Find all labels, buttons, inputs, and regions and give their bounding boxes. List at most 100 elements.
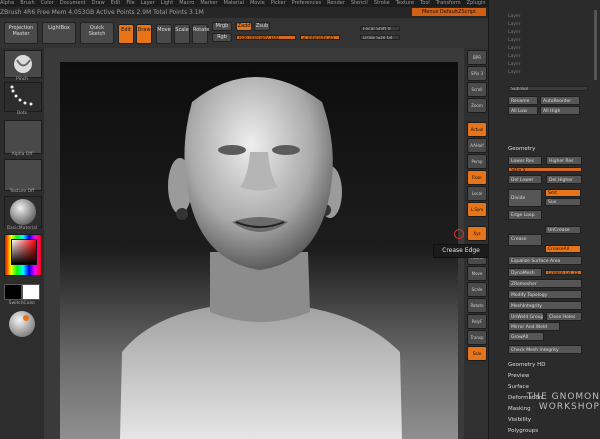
move-button[interactable]: Move	[156, 24, 172, 44]
del-lower-button[interactable]: Del Lower	[508, 175, 542, 184]
visibility-header[interactable]: Visibility	[508, 417, 531, 423]
menu-item-material[interactable]: Material	[224, 0, 244, 6]
geometry-hd-header[interactable]: Geometry HD	[508, 362, 546, 368]
brush-preview[interactable]	[8, 310, 36, 338]
menu-item-zplugin[interactable]: Zplugin	[467, 0, 486, 6]
transp-button[interactable]: Transp	[467, 330, 487, 345]
menu-item-macro[interactable]: Macro	[179, 0, 194, 6]
solo-button[interactable]: Solo	[467, 346, 487, 361]
scale-view-button[interactable]: Scale	[467, 282, 487, 297]
auto-reorder-button[interactable]: AutoReorder	[540, 96, 580, 105]
floor-button[interactable]: Floor	[467, 170, 487, 185]
layer-item[interactable]: Layer	[508, 70, 521, 75]
all-high-button[interactable]: All High	[540, 106, 580, 115]
menu-item-edit[interactable]: Edit	[111, 0, 121, 6]
menu-item-picker[interactable]: Picker	[271, 0, 286, 6]
persp-button[interactable]: Persp	[467, 154, 487, 169]
menu-item-tool[interactable]: Tool	[420, 0, 430, 6]
layer-item[interactable]: Layer	[508, 54, 521, 59]
xyz-button[interactable]: Xyz	[467, 226, 487, 241]
stroke-thumbnail[interactable]	[4, 82, 42, 112]
mesh-integrity-button[interactable]: MeshIntegrity	[508, 301, 582, 310]
rgb-button[interactable]: Rgb	[212, 33, 232, 42]
z-intensity-slider[interactable]: Z Intensity 25	[300, 35, 340, 40]
menu-item-light[interactable]: Light	[161, 0, 173, 6]
equalize-surface-area-button[interactable]: Equalize Surface Area	[508, 256, 582, 265]
lightbox-button[interactable]: LightBox	[42, 22, 76, 44]
all-low-button[interactable]: All Low	[508, 106, 538, 115]
geometry-header[interactable]: Geometry	[508, 146, 535, 152]
polyf-button[interactable]: PolyF	[467, 314, 487, 329]
suv-toggle[interactable]: Suv	[545, 198, 581, 206]
unweld-groups-button[interactable]: UnWeld Groups	[508, 312, 544, 321]
higher-res-button[interactable]: Higher Res	[546, 156, 582, 165]
actual-button[interactable]: Actual	[467, 122, 487, 137]
edit-button[interactable]: Edit	[118, 24, 134, 44]
menu-item-stroke[interactable]: Stroke	[374, 0, 390, 6]
lower-res-button[interactable]: Lower Res	[508, 156, 542, 165]
dynamesh-button[interactable]: DynaMesh	[508, 268, 542, 277]
local-button[interactable]: Local	[467, 186, 487, 201]
main-color-swatch[interactable]	[4, 284, 22, 300]
check-mesh-integrity-button[interactable]: Check Mesh Integrity	[508, 345, 582, 354]
rotate-button[interactable]: Rotate	[192, 24, 209, 44]
menu-item-movie[interactable]: Movie	[250, 0, 265, 6]
menu-item-color[interactable]: Color	[41, 0, 54, 6]
mrgb-button[interactable]: Mrgb	[212, 22, 232, 31]
aahalf-button[interactable]: AAHalf	[467, 138, 487, 153]
draw-size-slider[interactable]: Draw Size 64	[360, 35, 400, 40]
modify-topology-button[interactable]: Modify Topology	[508, 290, 582, 299]
menu-item-alpha[interactable]: Alpha	[0, 0, 14, 6]
bpr-button[interactable]: BPR	[467, 50, 487, 65]
edge-loop-button[interactable]: Edge Loop	[508, 210, 542, 220]
focal-shift-slider[interactable]: Focal Shift 0	[360, 26, 400, 31]
scale-button[interactable]: Scale	[174, 24, 190, 44]
layer-item[interactable]: Layer	[508, 46, 521, 51]
projection-master-button[interactable]: Projection Master	[4, 22, 38, 44]
menu-item-file[interactable]: File	[126, 0, 134, 6]
crease-button[interactable]: Crease	[508, 234, 542, 246]
menu-item-texture[interactable]: Texture	[396, 0, 414, 6]
layer-item[interactable]: Layer	[508, 38, 521, 43]
rgb-intensity-slider[interactable]: Rgb Intensity 100	[236, 35, 296, 40]
zsub-button[interactable]: Zsub	[254, 22, 270, 31]
menu-item-document[interactable]: Document	[60, 0, 86, 6]
polygroups-header[interactable]: Polygroups	[508, 428, 538, 434]
rename-button[interactable]: Rename	[508, 96, 538, 105]
draw-button[interactable]: Draw	[136, 24, 152, 44]
layer-item[interactable]: Layer	[508, 14, 521, 19]
menu-item-preferences[interactable]: Preferences	[292, 0, 321, 6]
spix-button[interactable]: SPix 3	[467, 66, 487, 81]
color-square[interactable]	[11, 239, 37, 265]
uncrease-button[interactable]: UnCrease	[545, 226, 581, 234]
material-thumbnail[interactable]	[4, 196, 42, 228]
brush-thumbnail[interactable]	[4, 50, 42, 78]
menu-item-brush[interactable]: Brush	[20, 0, 34, 6]
document-canvas[interactable]	[60, 62, 458, 439]
layer-item[interactable]: Layer	[508, 30, 521, 35]
subtool-slider[interactable]: SubTool	[508, 86, 588, 91]
texture-thumbnail[interactable]	[4, 159, 42, 191]
grow-all-button[interactable]: GrowAll	[508, 332, 544, 341]
alpha-thumbnail[interactable]	[4, 120, 42, 154]
divide-button[interactable]: Divide	[508, 189, 542, 207]
switch-color-label[interactable]: SwitchColor	[2, 301, 42, 306]
mirror-and-weld-button[interactable]: Mirror And Weld	[508, 322, 560, 331]
del-higher-button[interactable]: Del Higher	[546, 175, 582, 184]
palette-scrollbar[interactable]	[594, 10, 597, 80]
menu-item-marker[interactable]: Marker	[200, 0, 217, 6]
smt-toggle[interactable]: Smt	[545, 189, 581, 197]
menu-item-layer[interactable]: Layer	[141, 0, 155, 6]
menu-item-transform[interactable]: Transform	[436, 0, 461, 6]
layer-item[interactable]: Layer	[508, 62, 521, 67]
lsym-button[interactable]: L.Sym	[467, 202, 487, 217]
menu-item-render[interactable]: Render	[327, 0, 345, 6]
menu-item-draw[interactable]: Draw	[92, 0, 105, 6]
quick-sketch-button[interactable]: Quick Sketch	[80, 22, 114, 44]
surface-header[interactable]: Surface	[508, 384, 529, 390]
preview-header[interactable]: Preview	[508, 373, 529, 379]
menu-item-stencil[interactable]: Stencil	[351, 0, 368, 6]
sdiv-slider[interactable]: SDiv 5	[508, 167, 582, 172]
zoom-button[interactable]: Zoom	[467, 98, 487, 113]
move-view-button[interactable]: Move	[467, 266, 487, 281]
